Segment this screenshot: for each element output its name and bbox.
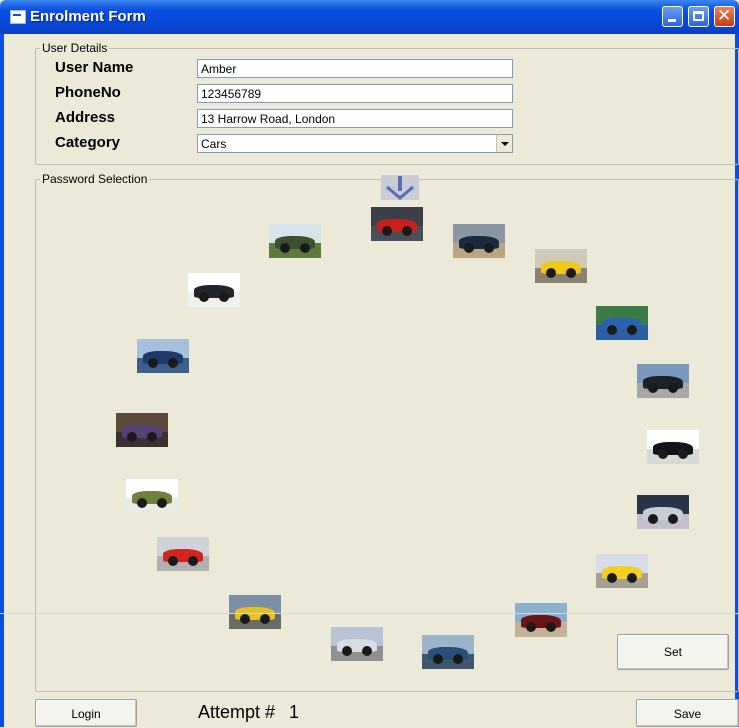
wheel-icon xyxy=(648,382,659,393)
password-image-blue-car-lake[interactable] xyxy=(137,339,189,373)
password-image-yellow-convertible[interactable] xyxy=(596,554,648,588)
password-image-red-classic-convertible[interactable] xyxy=(157,537,209,571)
wheel-icon xyxy=(167,357,178,368)
password-image-black-pickup-truck[interactable] xyxy=(188,273,240,307)
password-image-green-vintage-car[interactable] xyxy=(269,224,321,258)
wheel-icon xyxy=(677,448,688,459)
wheel-icon xyxy=(259,613,270,624)
wheel-icon xyxy=(382,225,393,236)
user-name-input[interactable]: Amber xyxy=(197,59,513,78)
wheel-icon xyxy=(156,497,167,508)
save-button[interactable]: Save xyxy=(636,699,739,727)
password-image-silver-suv[interactable] xyxy=(331,627,383,661)
password-image-green-racer-silhouette[interactable] xyxy=(126,479,178,513)
app-window-icon xyxy=(10,10,26,24)
password-image-black-roadster[interactable] xyxy=(647,430,699,464)
attempt-value: 1 xyxy=(289,702,300,722)
wheel-icon xyxy=(401,225,412,236)
wheel-icon xyxy=(607,324,618,335)
wheel-icon xyxy=(667,513,678,524)
wheel-icon xyxy=(526,621,537,632)
wheel-icon xyxy=(361,645,372,656)
set-button[interactable]: Set xyxy=(617,634,729,670)
divider-line xyxy=(0,613,739,614)
wheel-icon xyxy=(464,242,475,253)
user-name-label: User Name xyxy=(55,59,134,76)
wheel-icon xyxy=(187,555,198,566)
phone-label: PhoneNo xyxy=(55,84,121,101)
password-image-blue-car-coast[interactable] xyxy=(422,635,474,669)
category-select[interactable]: Cars xyxy=(197,134,513,153)
wheel-icon xyxy=(280,242,291,253)
login-button[interactable]: Login xyxy=(35,699,137,727)
wheel-icon xyxy=(146,431,157,442)
wheel-icon xyxy=(626,324,637,335)
password-image-yellow-coupe[interactable] xyxy=(229,595,281,629)
wheel-icon xyxy=(218,291,229,302)
category-value: Cars xyxy=(201,137,227,151)
address-label: Address xyxy=(55,109,116,126)
wheel-icon xyxy=(607,572,618,583)
attempt-counter: Attempt # 1 xyxy=(198,702,313,723)
wheel-icon xyxy=(658,448,669,459)
window-border-left xyxy=(0,34,4,727)
attempt-label: Attempt # xyxy=(198,702,276,722)
phone-input[interactable]: 123456789 xyxy=(197,84,513,103)
wheel-icon xyxy=(648,513,659,524)
wheel-icon xyxy=(433,653,444,664)
wheel-icon xyxy=(565,267,576,278)
chevron-down-icon[interactable] xyxy=(496,135,512,152)
minimize-button[interactable] xyxy=(662,6,683,27)
close-icon: ✕ xyxy=(717,6,732,26)
password-image-silver-car-on-tarmac[interactable] xyxy=(637,495,689,529)
wheel-icon xyxy=(342,645,353,656)
wheel-icon xyxy=(148,357,159,368)
password-image-red-sports-car[interactable] xyxy=(371,207,423,241)
category-label: Category xyxy=(55,134,121,151)
password-image-black-striped-car[interactable] xyxy=(453,224,505,258)
wheel-icon xyxy=(127,431,138,442)
password-image-black-car-seaside[interactable] xyxy=(637,364,689,398)
wheel-icon xyxy=(452,653,463,664)
user-details-legend: User Details xyxy=(42,41,108,55)
password-selection-legend: Password Selection xyxy=(42,172,148,186)
close-button[interactable]: ✕ xyxy=(714,6,735,27)
maximize-icon xyxy=(693,11,704,21)
password-image-purple-show-car[interactable] xyxy=(116,413,168,447)
address-input[interactable]: 13 Harrow Road, London xyxy=(197,109,513,128)
wheel-icon xyxy=(626,572,637,583)
wheel-icon xyxy=(199,291,210,302)
wheel-icon xyxy=(240,613,251,624)
window-title: Enrolment Form xyxy=(30,8,146,25)
wheel-icon xyxy=(483,242,494,253)
maximize-button[interactable] xyxy=(688,6,709,27)
wheel-icon xyxy=(546,267,557,278)
wheel-icon xyxy=(545,621,556,632)
password-image-yellow-sports-car[interactable] xyxy=(535,249,587,283)
down-arrow-icon xyxy=(381,175,419,200)
wheel-icon xyxy=(137,497,148,508)
password-image-dark-red-classic[interactable] xyxy=(515,603,567,637)
wheel-icon xyxy=(667,382,678,393)
password-image-blue-car-green-scene[interactable] xyxy=(596,306,648,340)
wheel-icon xyxy=(168,555,179,566)
wheel-icon xyxy=(299,242,310,253)
minimize-icon xyxy=(668,19,676,22)
title-bar: Enrolment Form ✕ xyxy=(0,0,739,34)
